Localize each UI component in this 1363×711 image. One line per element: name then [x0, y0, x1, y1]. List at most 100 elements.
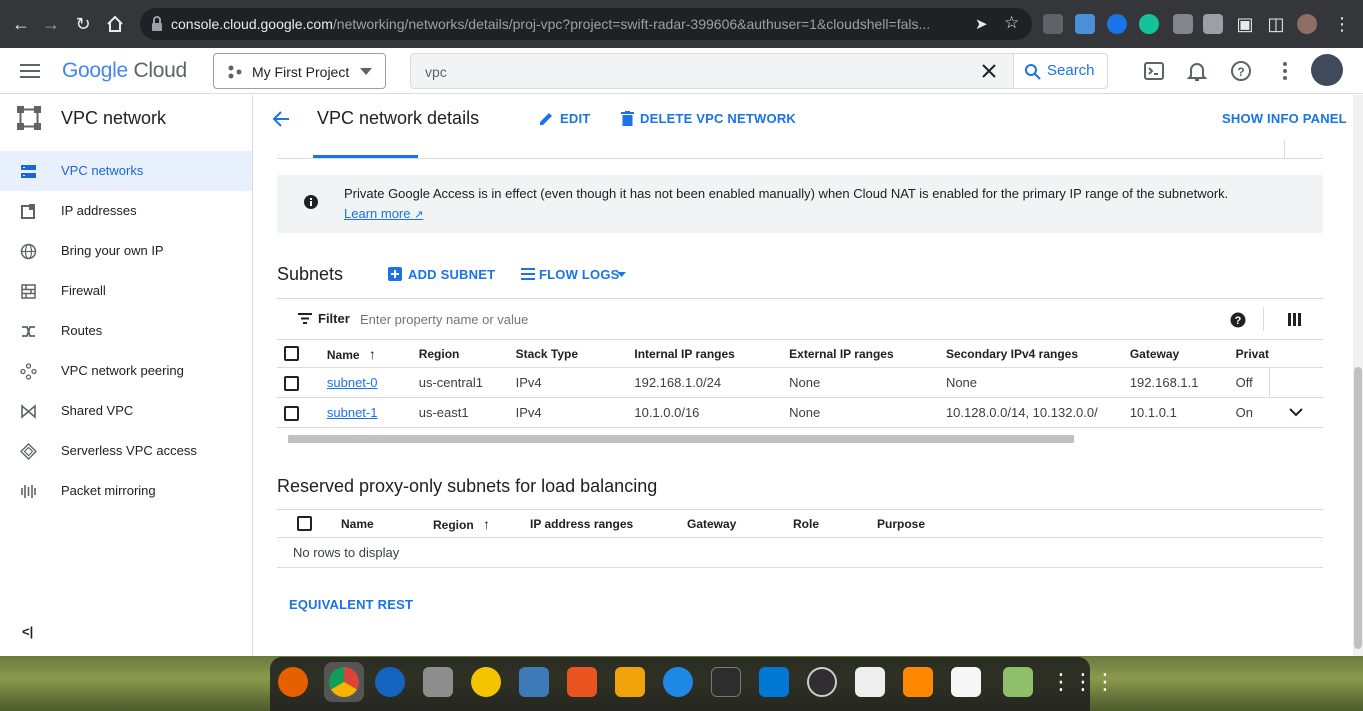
profile-avatar[interactable] [1297, 14, 1317, 34]
column-header-name[interactable]: Name [341, 509, 433, 538]
vlc-icon[interactable] [903, 667, 933, 697]
back-arrow-icon[interactable]: ← [10, 13, 32, 35]
back-arrow-icon[interactable] [272, 110, 290, 128]
page-scrollbar[interactable] [1353, 95, 1363, 656]
flow-logs-dropdown[interactable]: FLOW LOGS [521, 267, 631, 283]
network-app-icon[interactable] [615, 667, 645, 697]
reload-icon[interactable]: ↻ [72, 13, 94, 35]
help-app-icon[interactable] [663, 667, 693, 697]
add-subnet-button[interactable]: ADD SUBNET [388, 267, 495, 283]
app-grid-icon[interactable]: ⋮⋮⋮ [1050, 667, 1116, 697]
text-editor-icon[interactable] [951, 667, 981, 697]
column-header-purpose[interactable]: Purpose [877, 509, 1323, 538]
sidebar-item-ip-addresses[interactable]: IP addresses [0, 191, 252, 231]
clear-search-icon[interactable] [982, 64, 996, 78]
extension-icon[interactable] [1075, 14, 1095, 34]
files-icon[interactable] [423, 667, 453, 697]
column-header-gateway[interactable]: Gateway [1129, 339, 1236, 368]
thunderbird-icon[interactable] [375, 667, 405, 697]
more-options-icon[interactable] [1273, 59, 1297, 83]
chrome-active-tile[interactable] [324, 662, 364, 702]
search-button[interactable]: Search [1013, 54, 1107, 88]
extension-icon[interactable] [1107, 14, 1127, 34]
software-center-icon[interactable] [567, 667, 597, 697]
puzzle-icon[interactable]: ▣ [1234, 13, 1256, 35]
subnet-link[interactable]: subnet-1 [327, 405, 378, 420]
home-icon[interactable] [104, 13, 126, 35]
bookmark-star-icon[interactable]: ☆ [1004, 13, 1019, 33]
table-horizontal-scrollbar[interactable] [288, 435, 1074, 443]
google-cloud-logo[interactable]: Google Cloud [62, 59, 187, 83]
proxy-subnets-table: Name Region ↑ IP address ranges Gateway … [277, 509, 1323, 568]
equivalent-rest-button[interactable]: EQUIVALENT REST [289, 597, 413, 612]
sidebar-item-vpc-network-peering[interactable]: VPC network peering [0, 351, 252, 391]
column-display-icon[interactable] [1288, 313, 1301, 326]
settings-app-icon[interactable] [855, 667, 885, 697]
rhythmbox-icon[interactable] [471, 667, 501, 697]
show-info-panel-button[interactable]: SHOW INFO PANEL [1222, 111, 1347, 126]
trash-icon[interactable] [1003, 667, 1033, 697]
project-picker[interactable]: My First Project [213, 53, 386, 89]
sidebar-item-vpc-networks[interactable]: VPC networks [0, 151, 252, 191]
vscode-icon[interactable] [759, 667, 789, 697]
terminal-icon[interactable] [711, 667, 741, 697]
trash-icon [621, 111, 634, 126]
hamburger-menu-icon[interactable] [20, 63, 40, 79]
delete-vpc-network-button[interactable]: DELETE VPC NETWORK [621, 111, 796, 127]
sidebar-item-shared-vpc[interactable]: Shared VPC [0, 391, 252, 431]
sidebar-item-packet-mirroring[interactable]: Packet mirroring [0, 471, 252, 511]
firefox-icon[interactable] [278, 667, 308, 697]
learn-more-link[interactable]: Learn more ↗ [344, 206, 423, 221]
cell-private-access: On [1235, 397, 1270, 428]
cell-secondary-ipv4: None [945, 367, 1130, 398]
select-all-checkbox[interactable] [297, 516, 312, 532]
filter-input[interactable] [360, 309, 760, 329]
sidebar-item-routes[interactable]: Routes [0, 311, 252, 351]
column-header-ip-ranges[interactable]: IP address ranges [530, 509, 687, 538]
column-header-region[interactable]: Region [418, 339, 516, 368]
edit-button[interactable]: EDIT [539, 111, 599, 127]
share-icon[interactable]: ➤ [975, 15, 988, 33]
sidebar-item-bring-your-own-ip[interactable]: Bring your own IP [0, 231, 252, 271]
extension-icon[interactable] [1173, 14, 1193, 34]
extension-icon[interactable] [1043, 14, 1063, 34]
column-header-region[interactable]: Region ↑ [433, 509, 530, 538]
pencil-icon [540, 113, 552, 125]
row-checkbox[interactable] [284, 375, 299, 391]
peering-icon [20, 363, 37, 380]
row-checkbox[interactable] [284, 405, 299, 421]
select-all-checkbox[interactable] [284, 346, 299, 362]
search-input[interactable] [425, 62, 945, 82]
scrollbar-thumb[interactable] [1354, 367, 1362, 649]
writer-icon[interactable] [519, 667, 549, 697]
column-header-role[interactable]: Role [793, 509, 877, 538]
address-bar[interactable]: console.cloud.google.com/networking/netw… [140, 8, 1032, 40]
forward-arrow-icon[interactable]: → [40, 13, 62, 35]
column-header-name[interactable]: Name ↑ [326, 339, 419, 368]
vpc-networks-icon [21, 165, 36, 178]
extension-icon[interactable] [1203, 14, 1223, 34]
collapse-sidebar-icon[interactable]: <| [22, 624, 33, 639]
help-icon[interactable]: ? [1230, 312, 1246, 328]
chrome-menu-icon[interactable]: ⋮ [1331, 13, 1353, 35]
subnet-link[interactable]: subnet-0 [327, 375, 378, 390]
account-avatar[interactable] [1311, 54, 1343, 86]
sidebar-item-serverless-vpc-access[interactable]: Serverless VPC access [0, 431, 252, 471]
no-rows-text: No rows to display [277, 537, 1323, 568]
add-box-icon [388, 267, 402, 281]
column-header-stack-type[interactable]: Stack Type [515, 339, 635, 368]
column-header-secondary-ipv4[interactable]: Secondary IPv4 ranges [945, 339, 1130, 368]
help-icon[interactable]: ? [1229, 59, 1253, 83]
grammarly-icon[interactable] [1139, 14, 1159, 34]
site-settings-icon[interactable] [150, 16, 164, 32]
cloud-shell-icon[interactable] [1142, 59, 1166, 83]
column-header-internal-ip[interactable]: Internal IP ranges [634, 339, 790, 368]
notifications-bell-icon[interactable] [1185, 59, 1209, 83]
column-header-private-access[interactable]: Privat [1235, 339, 1270, 368]
side-panel-icon[interactable]: ◫ [1265, 13, 1287, 35]
expand-row-chevron-icon[interactable] [1289, 408, 1303, 417]
obs-icon[interactable] [807, 667, 837, 697]
column-header-gateway[interactable]: Gateway [687, 509, 793, 538]
column-header-external-ip[interactable]: External IP ranges [789, 339, 946, 368]
sidebar-item-firewall[interactable]: Firewall [0, 271, 252, 311]
